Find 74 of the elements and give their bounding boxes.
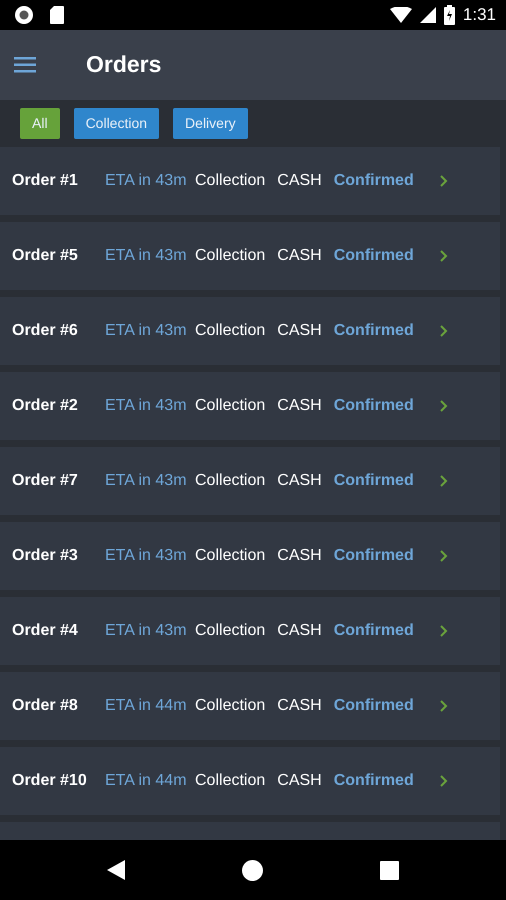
chevron-right-icon xyxy=(440,700,448,712)
order-type: Collection xyxy=(195,171,266,191)
signal-icon xyxy=(420,7,436,23)
eta-text: ETA in 43m xyxy=(105,471,188,491)
clock-time: 1:31 xyxy=(462,4,496,26)
order-status: Confirmed xyxy=(334,321,414,341)
order-number: Order #8 xyxy=(11,696,79,716)
order-number: Order #3 xyxy=(11,546,79,566)
recents-icon[interactable] xyxy=(380,860,400,880)
payment-method: CASH xyxy=(277,246,322,266)
order-row[interactable]: Order #5 ETA in 43m Collection CASH Confirmed xyxy=(0,222,500,290)
record-icon xyxy=(14,5,34,25)
battery-icon xyxy=(444,5,455,25)
wifi-icon xyxy=(390,7,412,23)
payment-method: CASH xyxy=(277,621,322,641)
order-status: Confirmed xyxy=(334,396,414,416)
eta-text: ETA in 43m xyxy=(105,621,188,641)
order-row[interactable]: Order #10 ETA in 44m Collection CASH Confirmed xyxy=(0,747,500,815)
order-number: Order #6 xyxy=(11,321,79,341)
payment-method: CASH xyxy=(277,771,322,791)
chevron-right-icon xyxy=(440,250,448,262)
payment-method: CASH xyxy=(277,546,322,566)
payment-method: CASH xyxy=(277,696,322,716)
order-row[interactable]: Order #8 ETA in 44m Collection CASH Confirmed xyxy=(0,672,500,740)
order-type: Collection xyxy=(195,321,266,341)
sd-card-icon xyxy=(50,6,64,24)
order-row[interactable]: Order #1 ETA in 43m Collection CASH Confirmed xyxy=(0,147,500,215)
chevron-right-icon xyxy=(440,400,448,412)
back-icon[interactable] xyxy=(106,860,125,880)
order-number: Order #10 xyxy=(11,771,88,791)
eta-text: ETA in 43m xyxy=(105,396,188,416)
order-number: Order #1 xyxy=(11,171,79,191)
payment-method: CASH xyxy=(277,471,322,491)
payment-method: CASH xyxy=(277,396,322,416)
order-status: Confirmed xyxy=(334,621,414,641)
order-status: Confirmed xyxy=(334,546,414,566)
order-type: Collection xyxy=(195,696,266,716)
page-title: Orders xyxy=(86,51,162,79)
eta-text: ETA in 43m xyxy=(105,171,188,191)
eta-text: ETA in 44m xyxy=(105,696,188,716)
payment-method: CASH xyxy=(277,171,322,191)
order-status: Confirmed xyxy=(334,771,414,791)
eta-text: ETA in 43m xyxy=(105,246,188,266)
chevron-right-icon xyxy=(440,550,448,562)
order-row[interactable]: Order #6 ETA in 43m Collection CASH Confirmed xyxy=(0,297,500,365)
order-type: Collection xyxy=(195,396,266,416)
order-type: Collection xyxy=(195,471,266,491)
eta-text: ETA in 44m xyxy=(105,771,188,791)
order-status: Confirmed xyxy=(334,171,414,191)
menu-icon[interactable] xyxy=(14,57,36,73)
order-type: Collection xyxy=(195,621,266,641)
order-row[interactable]: Order #7 ETA in 43m Collection CASH Confirmed xyxy=(0,447,500,515)
eta-text: ETA in 43m xyxy=(105,321,188,341)
chevron-right-icon xyxy=(440,475,448,487)
order-number: Order #7 xyxy=(11,471,79,491)
home-icon[interactable] xyxy=(242,860,263,880)
order-number: Order #5 xyxy=(11,246,79,266)
order-row[interactable]: Order #4 ETA in 43m Collection CASH Confirmed xyxy=(0,597,500,665)
payment-method: CASH xyxy=(277,321,322,341)
order-type: Collection xyxy=(195,771,266,791)
chevron-right-icon xyxy=(440,625,448,637)
order-status: Confirmed xyxy=(334,246,414,266)
order-row[interactable]: Order #3 ETA in 43m Collection CASH Confirmed xyxy=(0,522,500,590)
order-number: Order #4 xyxy=(11,621,79,641)
chevron-right-icon xyxy=(440,175,448,187)
order-type: Collection xyxy=(195,246,266,266)
order-status: Confirmed xyxy=(334,696,414,716)
order-row[interactable]: Order #2 ETA in 43m Collection CASH Confirmed xyxy=(0,372,500,440)
eta-text: ETA in 43m xyxy=(105,546,188,566)
order-type: Collection xyxy=(195,546,266,566)
chevron-right-icon xyxy=(440,325,448,337)
order-status: Confirmed xyxy=(334,471,414,491)
order-number: Order #2 xyxy=(11,396,79,416)
chevron-right-icon xyxy=(440,775,448,787)
